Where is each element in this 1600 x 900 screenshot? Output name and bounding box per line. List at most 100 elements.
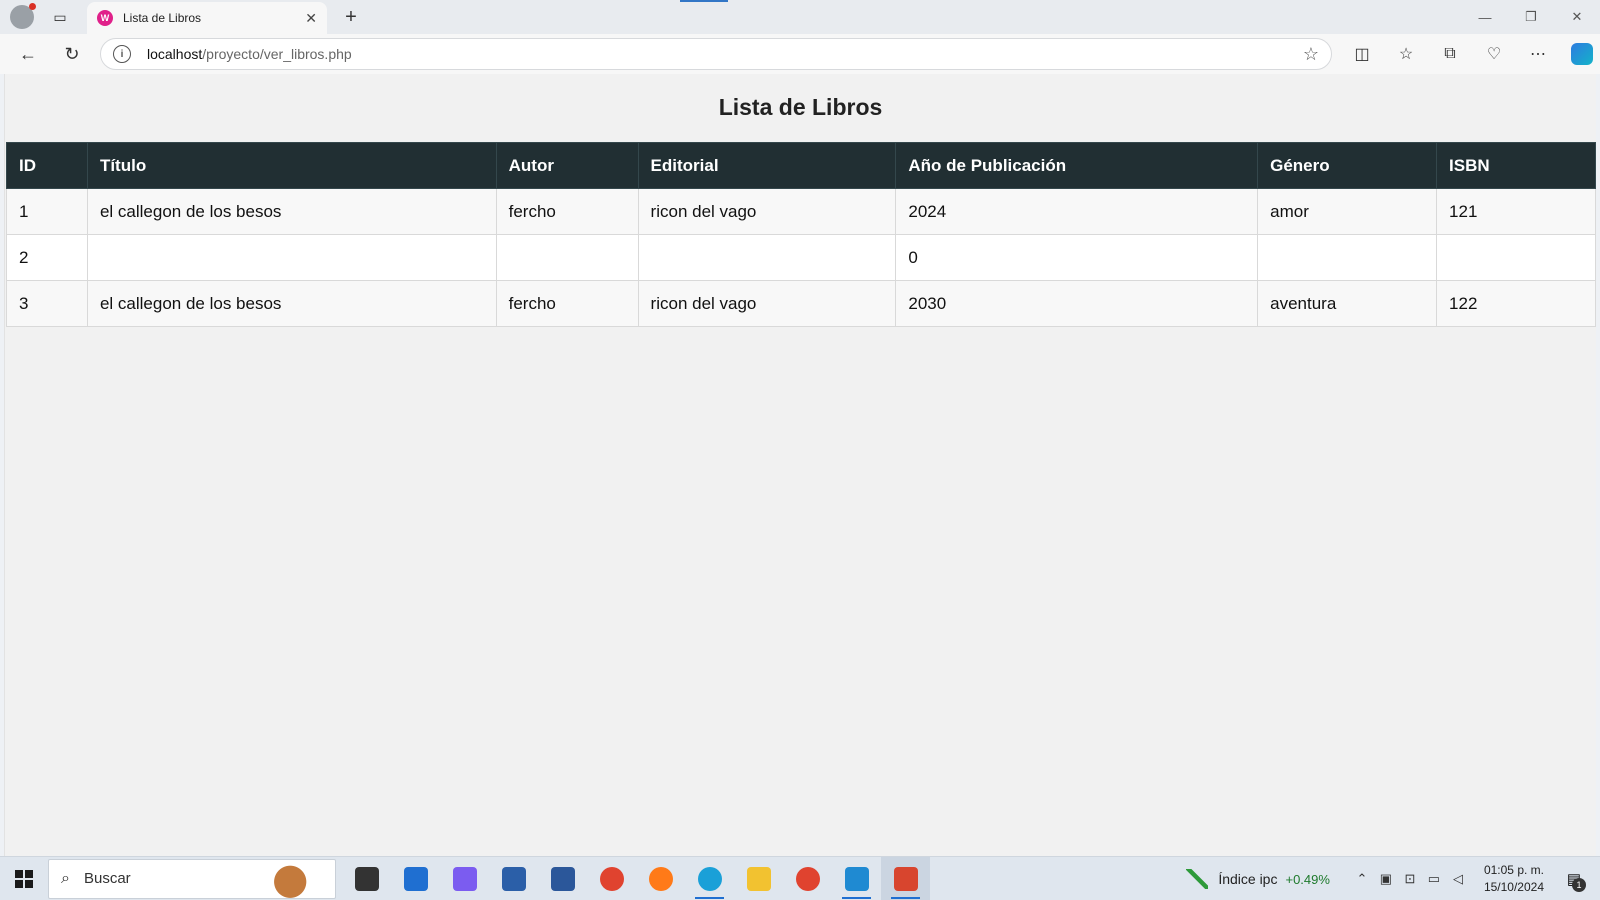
- notifications-button[interactable]: ▤ 1: [1558, 863, 1590, 895]
- stock-name: Índice ipc: [1218, 871, 1278, 887]
- file-explorer-icon: [746, 866, 771, 891]
- books-table: ID Título Autor Editorial Año de Publica…: [6, 142, 1596, 327]
- column-header-year: Año de Publicación: [895, 142, 1259, 189]
- window-controls: — ❐ ✕: [1462, 0, 1600, 34]
- table-header-row: ID Título Autor Editorial Año de Publica…: [6, 142, 1596, 189]
- taskbar-app-button[interactable]: [342, 857, 391, 900]
- vscode-icon: [844, 866, 869, 891]
- cell-title: [86, 234, 497, 281]
- address-host: localhost: [147, 46, 203, 62]
- display-icon[interactable]: ▭: [1422, 871, 1446, 887]
- new-tab-button[interactable]: +: [338, 4, 364, 30]
- cell-id: 2: [6, 234, 88, 281]
- cell-isbn: [1436, 234, 1596, 281]
- word-icon: [550, 866, 575, 891]
- cell-author: fercho: [495, 188, 639, 235]
- cell-id: 1: [6, 188, 88, 235]
- cell-year: 2030: [895, 280, 1259, 327]
- edge-icon: [697, 866, 722, 891]
- taskbar-app-button[interactable]: [440, 857, 489, 900]
- windows-logo-icon: [15, 869, 33, 888]
- taskbar-app-button[interactable]: [734, 857, 783, 900]
- taskbar-apps: [342, 856, 930, 900]
- tab-actions-icon[interactable]: ▭: [48, 5, 72, 29]
- favicon-icon: W: [97, 10, 113, 26]
- meet-icon[interactable]: ▣: [1374, 871, 1398, 887]
- table-row: 2 0: [6, 234, 1596, 281]
- search-highlight-image: [263, 861, 331, 898]
- clock[interactable]: 01:05 p. m. 15/10/2024: [1484, 862, 1544, 896]
- browser-toolbar: ◫ ☆ ⧉ ♡ ⋯: [1340, 34, 1600, 74]
- taskbar-app-button[interactable]: [636, 857, 685, 900]
- page-content: Lista de Libros ID Título Autor Editoria…: [4, 74, 1596, 856]
- search-placeholder: Buscar: [83, 870, 131, 887]
- copilot-icon: [452, 866, 477, 891]
- favorite-star-icon[interactable]: ☆: [1303, 44, 1319, 65]
- browser-nav-bar: ← ↻ i localhost/proyecto/ver_libros.php …: [0, 34, 1600, 74]
- column-header-genre: Género: [1257, 142, 1438, 189]
- cell-year: 0: [895, 234, 1259, 281]
- taskbar-app-button[interactable]: [832, 857, 881, 900]
- show-hidden-icons-icon[interactable]: ⌃: [1350, 871, 1374, 887]
- favorites-icon[interactable]: ☆: [1384, 34, 1428, 74]
- cell-title: el callegon de los besos: [86, 280, 497, 327]
- cell-publisher: [637, 234, 897, 281]
- taskbar-search[interactable]: ⌕ Buscar: [48, 858, 336, 899]
- cell-genre: [1257, 234, 1438, 281]
- collections-icon[interactable]: ⧉: [1428, 34, 1472, 74]
- address-path: /proyecto/ver_libros.php: [202, 46, 352, 62]
- cell-publisher: ricon del vago: [637, 280, 897, 327]
- back-button[interactable]: ←: [12, 38, 44, 70]
- split-screen-icon[interactable]: ◫: [1340, 34, 1384, 74]
- start-button[interactable]: [0, 857, 48, 900]
- clock-time: 01:05 p. m.: [1483, 863, 1544, 877]
- close-tab-icon[interactable]: ✕: [305, 10, 317, 27]
- taskbar-app-button[interactable]: [783, 857, 832, 900]
- profile-avatar[interactable]: [10, 3, 36, 29]
- column-header-author: Autor: [495, 142, 639, 189]
- copilot-sidebar-button[interactable]: [1560, 34, 1600, 74]
- site-info-icon[interactable]: i: [113, 45, 131, 63]
- cell-author: [495, 234, 639, 281]
- reload-button[interactable]: ↻: [56, 38, 88, 70]
- taskbar-app-button[interactable]: [587, 857, 636, 900]
- more-options-icon[interactable]: ⋯: [1516, 34, 1560, 74]
- volume-muted-icon[interactable]: ◁: [1446, 871, 1470, 887]
- search-icon: ⌕: [61, 869, 70, 887]
- store-icon: [501, 866, 526, 891]
- table-row: 3 el callegon de los besos fercho ricon …: [6, 280, 1596, 327]
- taskbar-app-button[interactable]: [538, 857, 587, 900]
- taskbar-app-button[interactable]: [881, 856, 930, 900]
- notification-count: 1: [1572, 878, 1586, 892]
- close-window-button[interactable]: ✕: [1554, 0, 1600, 34]
- browser-tab[interactable]: W Lista de Libros ✕: [87, 2, 327, 34]
- taskbar-app-button[interactable]: [391, 857, 440, 900]
- cell-title: el callegon de los besos: [86, 188, 497, 235]
- network-icon[interactable]: ⊡: [1398, 871, 1422, 887]
- minimize-button[interactable]: —: [1462, 0, 1508, 34]
- system-tray: Índice ipc +0.49% ⌃ ▣ ⊡ ▭ ◁ 01:05 p. m. …: [1186, 857, 1600, 900]
- windows-taskbar: ⌕ Buscar Índice ipc +0.49% ⌃ ▣ ⊡ ▭ ◁ 01:…: [0, 856, 1600, 900]
- browser-tab-bar: ▭ W Lista de Libros ✕ + — ❐ ✕: [0, 0, 1600, 34]
- stock-change: +0.49%: [1285, 871, 1330, 887]
- taskbar-app-button[interactable]: [685, 857, 734, 900]
- clock-date: 15/10/2024: [1483, 880, 1544, 894]
- browser-essentials-icon[interactable]: ♡: [1472, 34, 1516, 74]
- chrome-icon: [599, 866, 624, 891]
- taskbar-app-button[interactable]: [489, 857, 538, 900]
- table-row: 1 el callegon de los besos fercho ricon …: [6, 188, 1596, 235]
- restore-button[interactable]: ❐: [1508, 0, 1554, 34]
- cell-genre: aventura: [1257, 280, 1438, 327]
- copilot-icon: [1571, 43, 1593, 65]
- tab-indicator: [680, 0, 728, 2]
- tab-title: Lista de Libros: [123, 11, 202, 25]
- cell-isbn: 122: [1436, 280, 1596, 327]
- address-bar[interactable]: i localhost/proyecto/ver_libros.php ☆: [100, 38, 1332, 70]
- mail-icon: [403, 866, 428, 891]
- stock-widget[interactable]: Índice ipc +0.49%: [1186, 869, 1330, 889]
- cell-genre: amor: [1257, 188, 1438, 235]
- chrome-icon: [795, 866, 820, 891]
- cell-year: 2024: [895, 188, 1259, 235]
- column-header-id: ID: [6, 142, 88, 189]
- cell-publisher: ricon del vago: [637, 188, 897, 235]
